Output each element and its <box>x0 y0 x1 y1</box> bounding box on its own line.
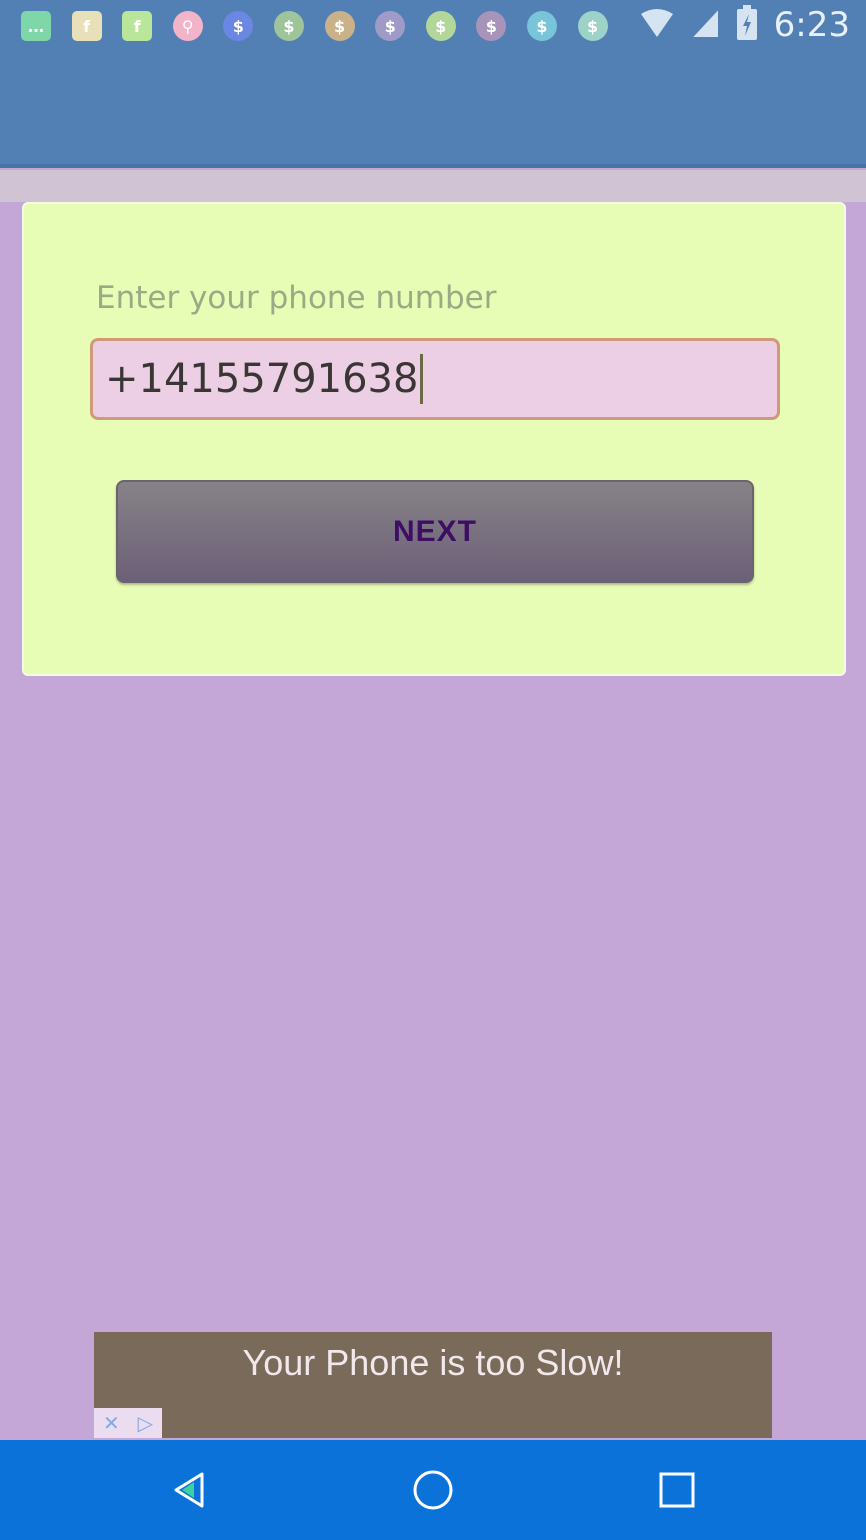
ad-text: Your Phone is too Slow! <box>242 1342 624 1383</box>
coin-icon: $ <box>372 8 408 44</box>
home-icon <box>412 1469 454 1515</box>
back-icon <box>170 1470 210 1514</box>
notification-icons: … f f ⚲ $ $ $ $ $ $ $ $ <box>18 6 625 46</box>
phone-entry-card: Enter your phone number +14155791638 NEX… <box>22 202 846 676</box>
phone-number-input[interactable]: +14155791638 <box>90 338 780 420</box>
recents-button[interactable] <box>647 1462 707 1522</box>
status-bar: … f f ⚲ $ $ $ $ $ $ $ $ 6:23 <box>0 0 866 52</box>
recents-icon <box>659 1472 695 1512</box>
home-button[interactable] <box>403 1462 463 1522</box>
coin-icon: $ <box>473 8 509 44</box>
facebook-icon: f <box>69 8 105 44</box>
coin-icon: $ <box>220 8 256 44</box>
wifi-icon <box>640 8 674 42</box>
keyhole-icon: ⚲ <box>170 8 206 44</box>
signal-icon <box>690 7 720 43</box>
battery-icon <box>736 5 758 45</box>
phone-number-value: +14155791638 <box>105 356 419 402</box>
app-bar <box>0 52 866 168</box>
ad-badge: ✕ ▷ <box>94 1408 162 1438</box>
messages-icon: … <box>18 8 54 44</box>
status-system-area: 6:23 <box>640 4 850 46</box>
text-caret <box>420 354 424 404</box>
back-button[interactable] <box>160 1462 220 1522</box>
adchoices-icon[interactable]: ▷ <box>138 1411 153 1435</box>
coin-icon: $ <box>524 8 560 44</box>
ad-close-icon[interactable]: ✕ <box>103 1411 120 1435</box>
background-strip <box>0 170 866 202</box>
navigation-bar <box>0 1440 866 1540</box>
coin-icon: $ <box>322 8 358 44</box>
ad-banner[interactable]: Your Phone is too Slow! <box>94 1332 772 1438</box>
next-button[interactable]: NEXT <box>116 480 754 583</box>
phone-number-label: Enter your phone number <box>96 280 497 316</box>
coin-icon: $ <box>423 8 459 44</box>
coin-icon: $ <box>271 8 307 44</box>
coin-icon: $ <box>575 8 611 44</box>
status-time: 6:23 <box>773 5 850 45</box>
facebook-icon: f <box>119 8 155 44</box>
